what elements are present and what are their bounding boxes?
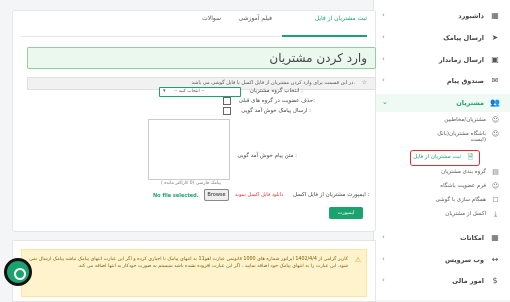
chevron-left-icon: ‹ — [382, 255, 385, 263]
tab-faq[interactable]: سوالات — [202, 15, 221, 22]
sidebar-item-label: امکانات — [460, 234, 484, 242]
group-label: انتخاب گروه مشتریان : — [249, 88, 303, 94]
chevron-left-icon: ‹ — [382, 11, 385, 19]
groups-icon: ▤ — [492, 168, 499, 176]
sidebar-item-finance[interactable]: $ امور مالی ‹ — [374, 272, 510, 290]
sidebar-item-send-sms[interactable]: ➤ ارسال پیامک ‹ — [374, 29, 510, 47]
import-button[interactable]: ایمپورت — [329, 207, 363, 219]
remove-members-label: حذف عضویت در گروه های قبلی: — [238, 98, 315, 104]
sidebar-item-scheduled[interactable]: ▣ ارسال زماندار ‹ — [374, 51, 510, 69]
sidebar-item-label: ارسال پیامک — [443, 34, 484, 42]
active-tab-indicator — [282, 35, 367, 37]
chevron-left-icon: ‹ — [382, 233, 385, 241]
calendar-icon: ▣ — [491, 55, 499, 64]
form-icon: ☺ — [491, 182, 500, 190]
welcome-message-textarea[interactable] — [148, 119, 230, 180]
sidebar-item-webservice[interactable]: ↔ وب سرویس ‹ — [374, 251, 510, 269]
subitem-label: فرم عضویت باشگاه — [440, 183, 486, 189]
finance-icon: $ — [492, 276, 498, 285]
send-sms-icon: ➤ — [491, 33, 499, 42]
chevron-left-icon: ‹ — [382, 33, 385, 41]
download-sample-link[interactable]: دانلود فایل اکسل نمونه — [235, 192, 283, 198]
welcome-text-label: متن پیام خوش آمد گویی : — [237, 153, 297, 159]
import-label: ایمپورت مشتریان از فایل اکسل : — [293, 192, 370, 198]
contacts-icon: ☺ — [491, 116, 500, 124]
subitem-label: گروه بندی مشتریان — [441, 169, 486, 175]
warning-icon: ⚠ — [354, 256, 361, 264]
subitem-import-from-file[interactable]: 🗎 ثبت مشتریان از فایل — [410, 150, 480, 166]
chat-icon — [14, 268, 26, 280]
char-counter: پیامک فارسی (0 کاراکتر مانده ) — [161, 181, 221, 186]
page-title-box: وارد کردن مشتریان — [27, 47, 376, 69]
chevron-left-icon: ‹ — [382, 276, 385, 284]
file-icon: 🗎 — [467, 153, 474, 161]
group-select-value: -- انتخاب کنید -- — [174, 89, 205, 94]
warning-alert: ⚠ کاربر گرامی از 1402/4/4 اپراتور شماره … — [21, 249, 367, 297]
sidebar-item-features[interactable]: ▦ امکانات ‹ — [374, 229, 510, 247]
excel-icon: ⤓ — [493, 210, 498, 218]
webservice-icon: ↔ — [491, 255, 499, 264]
star-icon: ☆ — [361, 79, 367, 86]
sidebar: ▦ داشبورد ‹ ➤ ارسال پیامک ‹ ▣ ارسال زمان… — [373, 0, 510, 300]
remove-members-checkbox[interactable] — [223, 97, 231, 105]
chevron-down-icon: ▾ — [163, 88, 166, 94]
sidebar-item-label: مشتریان — [456, 99, 484, 107]
customers-icon: 👥 — [490, 98, 500, 107]
subitem-label: ثبت مشتریان از فایل — [413, 154, 461, 160]
subitem-label: ایست) — [470, 137, 486, 143]
sidebar-item-label: وب سرویس — [445, 256, 484, 264]
subitem-label: مشتریان/مخاطبین — [444, 117, 486, 123]
subitem-label: همگام سازی با گوشی — [435, 197, 486, 203]
warning-text: کاربر گرامی از 1402/4/4 اپراتور شماره ها… — [29, 257, 348, 269]
sidebar-item-label: داشبورد — [458, 12, 484, 20]
support-chat-button[interactable] — [4, 258, 32, 286]
subitem-sync-phone[interactable]: ☐ همگام سازی با گوشی — [390, 194, 510, 208]
inbox-icon: ✉ — [491, 76, 499, 85]
subitem-groups[interactable]: ▤ گروه بندی مشتریان — [390, 166, 510, 180]
chevron-left-icon: ‹ — [382, 76, 385, 84]
dashboard-icon: ▦ — [491, 11, 499, 20]
subitem-club-cont: ایست) — [390, 136, 510, 146]
chevron-down-icon: ⌄ — [382, 98, 388, 106]
sidebar-item-label: امور مالی — [452, 277, 484, 285]
subitem-label: اکسل از مشتریان — [445, 211, 486, 217]
notice-card: ⚠ کاربر گرامی از 1402/4/4 اپراتور شماره … — [12, 240, 376, 302]
sidebar-item-label: ارسال زماندار — [438, 56, 484, 64]
info-text: در این قسمت برای وارد کردن مشتریان از فا… — [191, 80, 355, 86]
features-icon: ▦ — [491, 233, 499, 242]
page-title: وارد کردن مشتریان — [269, 51, 367, 65]
sidebar-item-customers[interactable]: 👥 مشتریان ⌄ — [374, 94, 510, 112]
chevron-left-icon: ‹ — [382, 55, 385, 63]
tab-tutorial-video[interactable]: فیلم آموزشی — [239, 15, 272, 22]
no-file-text: No file selected. — [153, 193, 199, 199]
sidebar-item-inbox[interactable]: ✉ صندوق پیام ‹ — [374, 72, 510, 90]
subitem-club-form[interactable]: ☺ فرم عضویت باشگاه — [390, 180, 510, 194]
welcome-sms-checkbox[interactable] — [223, 107, 231, 115]
sync-icon: ☐ — [492, 196, 499, 204]
browse-button[interactable]: Browse — [204, 189, 229, 201]
tab-import-from-file[interactable]: ثبت مشتریان از فایل — [315, 15, 367, 22]
welcome-sms-label: ارسال پیامک خوش آمد گویی : — [241, 108, 311, 114]
subitem-excel-export[interactable]: ⤓ اکسل از مشتریان — [390, 208, 510, 222]
import-card: ثبت مشتریان از فایل فیلم آموزشی سوالات و… — [12, 10, 376, 232]
sidebar-item-dashboard[interactable]: ▦ داشبورد ‹ — [374, 7, 510, 25]
subitem-contacts[interactable]: ☺ مشتریان/مخاطبین — [390, 114, 510, 128]
sidebar-item-label: صندوق پیام — [446, 77, 484, 85]
group-select[interactable]: -- انتخاب کنید -- ▾ — [159, 87, 241, 97]
